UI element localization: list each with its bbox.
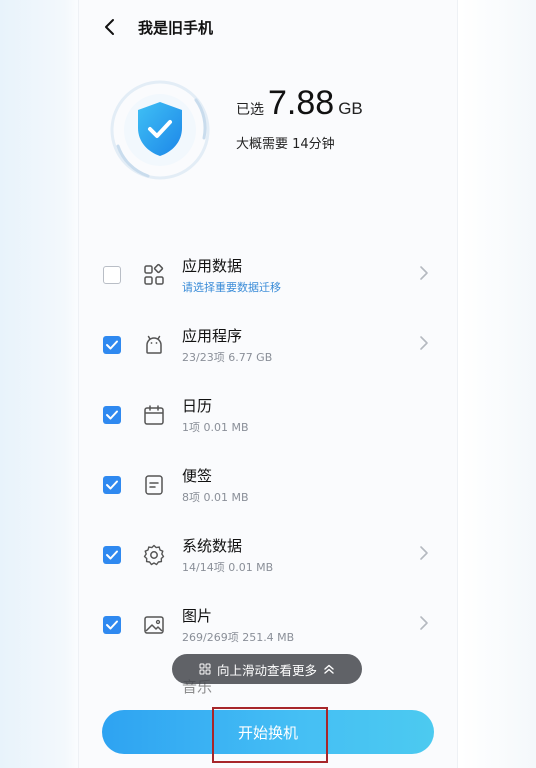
gear-icon: [143, 544, 165, 566]
item-detail-link[interactable]: 请选择重要数据迁移: [182, 279, 281, 295]
check-icon: [106, 410, 118, 420]
grid-small-icon: [199, 663, 211, 675]
toast-label: 向上滑动查看更多: [216, 662, 317, 678]
page-title: 我是旧手机: [138, 18, 214, 37]
android-icon: [146, 335, 162, 354]
item-detail: 23/23项 6.77 GB: [182, 351, 273, 364]
checkbox-checked[interactable]: [103, 336, 121, 354]
selected-size: 7.88: [268, 84, 335, 122]
item-detail: 269/269项 251.4 MB: [182, 631, 295, 644]
item-name: 日历: [182, 397, 213, 415]
checkbox-checked[interactable]: [103, 546, 121, 564]
list-item-applications[interactable]: 应用程序 23/23项 6.77 GB: [100, 306, 440, 366]
scroll-hint-toast[interactable]: 向上滑动查看更多: [172, 654, 362, 684]
list-item-pictures[interactable]: 图片 269/269项 251.4 MB: [100, 586, 440, 646]
note-icon: [145, 475, 163, 495]
checkbox-checked[interactable]: [103, 406, 121, 424]
shield-progress: [108, 78, 212, 182]
check-icon: [106, 480, 118, 490]
chevron-right-icon[interactable]: [418, 545, 430, 561]
item-name: 应用数据: [182, 257, 243, 275]
back-arrow-icon: [105, 19, 114, 35]
checkbox-checked[interactable]: [103, 476, 121, 494]
item-detail: 1项 0.01 MB: [182, 421, 249, 434]
item-name: 便签: [182, 467, 213, 485]
check-icon: [106, 620, 118, 630]
back-button[interactable]: [98, 15, 122, 39]
chevron-right-icon[interactable]: [418, 615, 430, 631]
item-detail: 8项 0.01 MB: [182, 491, 249, 504]
chevron-right-icon[interactable]: [418, 335, 430, 351]
transfer-summary: 已选 7.88 GB 大概需要 14分钟: [236, 84, 363, 152]
list-item-calendar[interactable]: 日历 1项 0.01 MB: [100, 376, 440, 436]
calendar-icon: [144, 405, 164, 425]
item-detail: 14/14项 0.01 MB: [182, 561, 274, 574]
double-chevron-up-icon: [324, 664, 334, 674]
highlight-box: [212, 707, 328, 763]
item-name: 应用程序: [182, 327, 243, 345]
checkbox[interactable]: [103, 266, 121, 284]
image-icon: [144, 616, 164, 634]
chevron-right-icon[interactable]: [418, 265, 430, 281]
time-estimate: 大概需要 14分钟: [236, 137, 335, 152]
shield-check-icon: [138, 102, 182, 156]
list-item-system-data[interactable]: 系统数据 14/14项 0.01 MB: [100, 516, 440, 576]
item-name: 系统数据: [182, 537, 243, 555]
selected-label: 已选: [236, 102, 264, 118]
list-item-app-data[interactable]: 应用数据 请选择重要数据迁移: [100, 236, 440, 296]
check-icon: [106, 550, 118, 560]
list-item-notes[interactable]: 便签 8项 0.01 MB: [100, 446, 440, 506]
header: 我是旧手机: [98, 12, 213, 42]
selected-unit: GB: [338, 99, 363, 118]
apps-grid-icon: [144, 263, 164, 285]
checkbox-checked[interactable]: [103, 616, 121, 634]
check-icon: [106, 340, 118, 350]
item-name: 图片: [182, 607, 213, 625]
